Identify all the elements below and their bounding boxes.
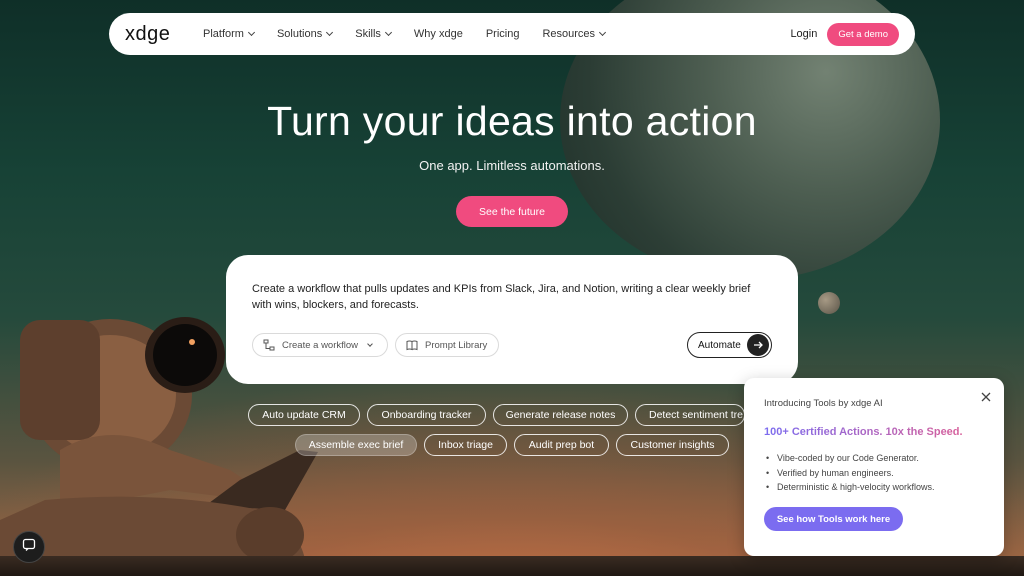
nav-item-solutions[interactable]: Solutions (276, 28, 334, 40)
nav-item-label: Why xdge (413, 28, 463, 40)
nav-links: Platform Solutions Skills Why xdge Prici… (203, 28, 628, 40)
see-future-button[interactable]: See the future (456, 196, 568, 227)
suggestion-chip[interactable]: Generate release notes (493, 404, 628, 426)
nav-item-skills[interactable]: Skills (355, 28, 392, 40)
nav-item-why-xdge[interactable]: Why xdge (414, 28, 463, 40)
suggestion-chip[interactable]: Inbox triage (424, 434, 507, 456)
chevron-down-icon (598, 28, 607, 37)
nav-actions: Login Get a demo (790, 22, 899, 46)
suggestion-chip[interactable]: Auto update CRM (248, 404, 360, 426)
workflow-mode-select[interactable]: Create a workflow (252, 333, 388, 357)
login-link[interactable]: Login (790, 28, 817, 40)
nav-item-label: Pricing (485, 28, 520, 40)
nav-item-label: Skills (355, 28, 381, 40)
ground-background (0, 556, 1024, 576)
suggestion-chip[interactable]: Audit prep bot (514, 434, 609, 456)
chevron-down-icon (367, 340, 373, 347)
workflow-mode-label: Create a workflow (282, 339, 359, 351)
popup-headline: 100+ Certified Actions. 10x the Speed. (764, 426, 963, 438)
popup-bullet: Deterministic & high-velocity workflows. (766, 480, 935, 495)
arrow-right-icon (747, 334, 769, 356)
book-icon (406, 339, 418, 351)
chat-icon (22, 538, 36, 557)
automate-button[interactable]: Automate (687, 332, 772, 358)
nav-item-platform[interactable]: Platform (203, 28, 256, 40)
workflow-icon (263, 339, 275, 351)
popup-bullet: Verified by human engineers. (766, 466, 935, 481)
prompt-card: Create a workflow that pulls updates and… (226, 255, 798, 384)
prompt-library-label: Prompt Library (425, 339, 488, 351)
nav-item-label: Platform (203, 28, 244, 40)
hero-title: Turn your ideas into action (267, 98, 757, 144)
chat-widget-button[interactable] (13, 531, 45, 563)
nav-item-label: Resources (542, 28, 596, 40)
close-icon[interactable] (980, 390, 992, 402)
suggestion-chip[interactable]: Onboarding tracker (367, 404, 486, 426)
nav-item-label: Solutions (276, 28, 323, 40)
nav-item-pricing[interactable]: Pricing (486, 28, 520, 40)
popup-bullets: Vibe-coded by our Code Generator. Verifi… (766, 451, 935, 495)
chevron-down-icon (326, 28, 334, 37)
top-navbar: xdge Platform Solutions Skills Why xdge … (109, 13, 915, 55)
prompt-input[interactable]: Create a workflow that pulls updates and… (252, 281, 772, 313)
chevron-down-icon (247, 28, 256, 37)
automate-label: Automate (698, 339, 741, 351)
hero-subtitle: One app. Limitless automations. (419, 158, 605, 173)
see-tools-button[interactable]: See how Tools work here (764, 507, 903, 531)
suggestion-chip[interactable]: Customer insights (616, 434, 729, 456)
moon-background (818, 292, 840, 314)
tools-announcement-popup: Introducing Tools by xdge AI 100+ Certif… (744, 378, 1004, 556)
popup-bullet: Vibe-coded by our Code Generator. (766, 451, 935, 466)
get-demo-button[interactable]: Get a demo (827, 22, 899, 46)
chevron-down-icon (384, 28, 392, 37)
prompt-library-button[interactable]: Prompt Library (395, 333, 499, 357)
suggestion-chip-active[interactable]: Assemble exec brief (295, 434, 417, 456)
suggestion-chip[interactable]: Detect sentiment tre (635, 404, 745, 426)
nav-item-resources[interactable]: Resources (542, 28, 607, 40)
popup-intro: Introducing Tools by xdge AI (764, 398, 883, 409)
brand-logo[interactable]: xdge (125, 23, 203, 46)
